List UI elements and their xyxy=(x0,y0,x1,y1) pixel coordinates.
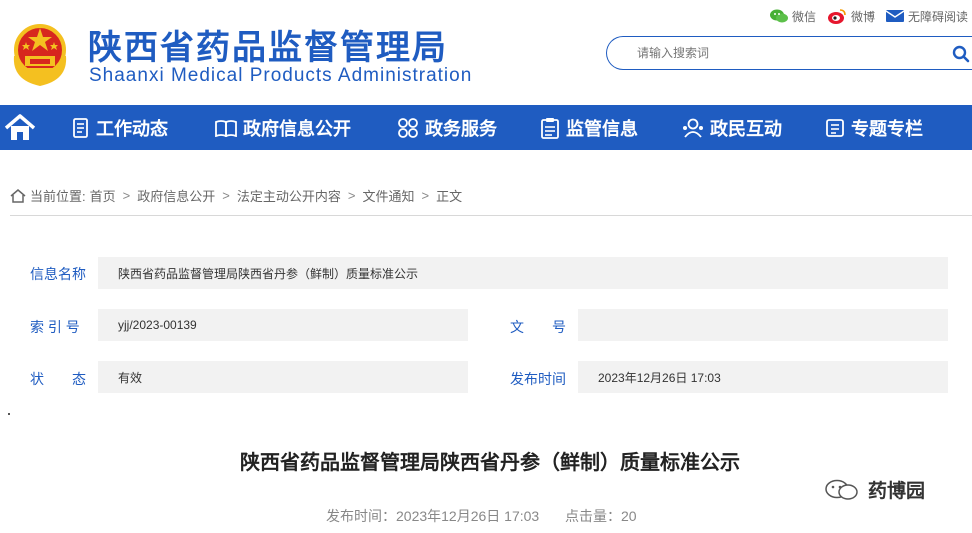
weibo-label: 微博 xyxy=(850,9,875,24)
breadcrumb-home[interactable]: 首页 xyxy=(90,186,116,205)
weibo-icon xyxy=(827,9,846,24)
publish-label: 发布时间： xyxy=(326,508,396,524)
info-name-value: 陕西省药品监督管理局陕西省丹参（鲜制）质量标准公示 xyxy=(98,257,948,289)
nav-item-label: 政府信息公开 xyxy=(243,118,351,139)
accessibility-label: 无障碍阅读 xyxy=(907,9,968,24)
breadcrumb-gov-info[interactable]: 政府信息公开 xyxy=(137,186,215,205)
info-name-label: 信息名称 xyxy=(30,266,86,282)
nav-item-services[interactable]: 政务服务 xyxy=(397,105,497,150)
info-doc-label: 文 号 xyxy=(510,319,566,335)
search-icon[interactable] xyxy=(952,45,970,63)
info-index-value: yjj/2023-00139 xyxy=(98,309,468,341)
wechat-watermark-icon xyxy=(825,479,858,500)
breadcrumb-separator: > xyxy=(122,188,131,203)
search-box xyxy=(606,36,972,70)
info-status-label: 状 态 xyxy=(30,371,86,387)
nav-item-label: 政务服务 xyxy=(425,118,497,139)
article-meta: 发布时间：2023年12月26日 17:03 点击量：20 xyxy=(326,506,637,526)
nav-item-label: 监管信息 xyxy=(566,118,638,139)
document-icon xyxy=(73,117,88,138)
nav-item-gov-info[interactable]: 政府信息公开 xyxy=(215,105,351,150)
info-date-value: 2023年12月26日 17:03 xyxy=(578,361,948,393)
nav-item-supervision[interactable]: 监管信息 xyxy=(540,105,638,150)
nav-item-label: 政民互动 xyxy=(710,118,782,139)
accessibility-mail-icon xyxy=(885,10,905,22)
breadcrumb-notices[interactable]: 文件通知 xyxy=(362,186,414,205)
main-nav: 工作动态 政府信息公开 政务服务 监管信息 政民互动 专题专栏 xyxy=(0,105,972,150)
weibo-link[interactable]: 微博 xyxy=(826,7,875,25)
wechat-label: 微信 xyxy=(791,9,816,24)
clipboard-icon xyxy=(541,117,559,139)
nav-item-label: 专题专栏 xyxy=(851,118,923,139)
nav-item-work-news[interactable]: 工作动态 xyxy=(72,105,168,150)
search-input[interactable] xyxy=(635,45,919,61)
info-date-label: 发布时间 xyxy=(510,371,566,387)
national-emblem-logo xyxy=(13,24,67,86)
views-count: 20 xyxy=(621,508,637,524)
home-icon xyxy=(4,114,36,140)
breadcrumb: 当前位置: 首页 > 政府信息公开 > 法定主动公开内容 > 文件通知 > 正文 xyxy=(10,186,462,205)
wechat-link[interactable]: 微信 xyxy=(769,7,816,25)
breadcrumb-statutory[interactable]: 法定主动公开内容 xyxy=(237,186,341,205)
site-title-en: Shaanxi Medical Products Administration xyxy=(89,65,473,86)
folder-icon xyxy=(826,118,844,137)
top-links: 微信 微博 无障碍阅读 xyxy=(769,7,968,25)
accessibility-link[interactable]: 无障碍阅读 xyxy=(885,7,968,25)
people-icon xyxy=(683,118,703,138)
breadcrumb-current: 正文 xyxy=(436,189,463,204)
watermark: 药博园 xyxy=(822,476,925,503)
nav-home[interactable] xyxy=(4,114,36,147)
nav-item-label: 工作动态 xyxy=(96,118,168,139)
nav-item-special[interactable]: 专题专栏 xyxy=(825,105,923,150)
site-header: 陕西省药品监督管理局 Shaanxi Medical Products Admi… xyxy=(0,0,972,104)
stray-dot xyxy=(8,413,10,415)
breadcrumb-separator: > xyxy=(222,188,230,203)
views-label: 点击量： xyxy=(565,508,621,524)
watermark-text: 药博园 xyxy=(868,481,926,502)
info-status-value: 有效 xyxy=(98,361,468,393)
site-title-cn: 陕西省药品监督管理局 xyxy=(88,28,448,68)
breadcrumb-separator: > xyxy=(347,188,356,203)
article-title: 陕西省药品监督管理局陕西省丹参（鲜制）质量标准公示 xyxy=(240,452,740,474)
grid-icon xyxy=(398,117,418,138)
home-icon xyxy=(10,188,26,203)
breadcrumb-separator: > xyxy=(421,188,430,203)
info-doc-value xyxy=(578,309,948,341)
info-index-label: 索 引 号 xyxy=(30,319,80,335)
breadcrumb-prefix: 当前位置: xyxy=(30,189,86,204)
breadcrumb-divider xyxy=(10,215,972,216)
publish-time: 2023年12月26日 17:03 xyxy=(396,508,540,524)
nav-item-interaction[interactable]: 政民互动 xyxy=(682,105,782,150)
wechat-icon xyxy=(769,9,788,23)
book-icon xyxy=(215,119,237,137)
